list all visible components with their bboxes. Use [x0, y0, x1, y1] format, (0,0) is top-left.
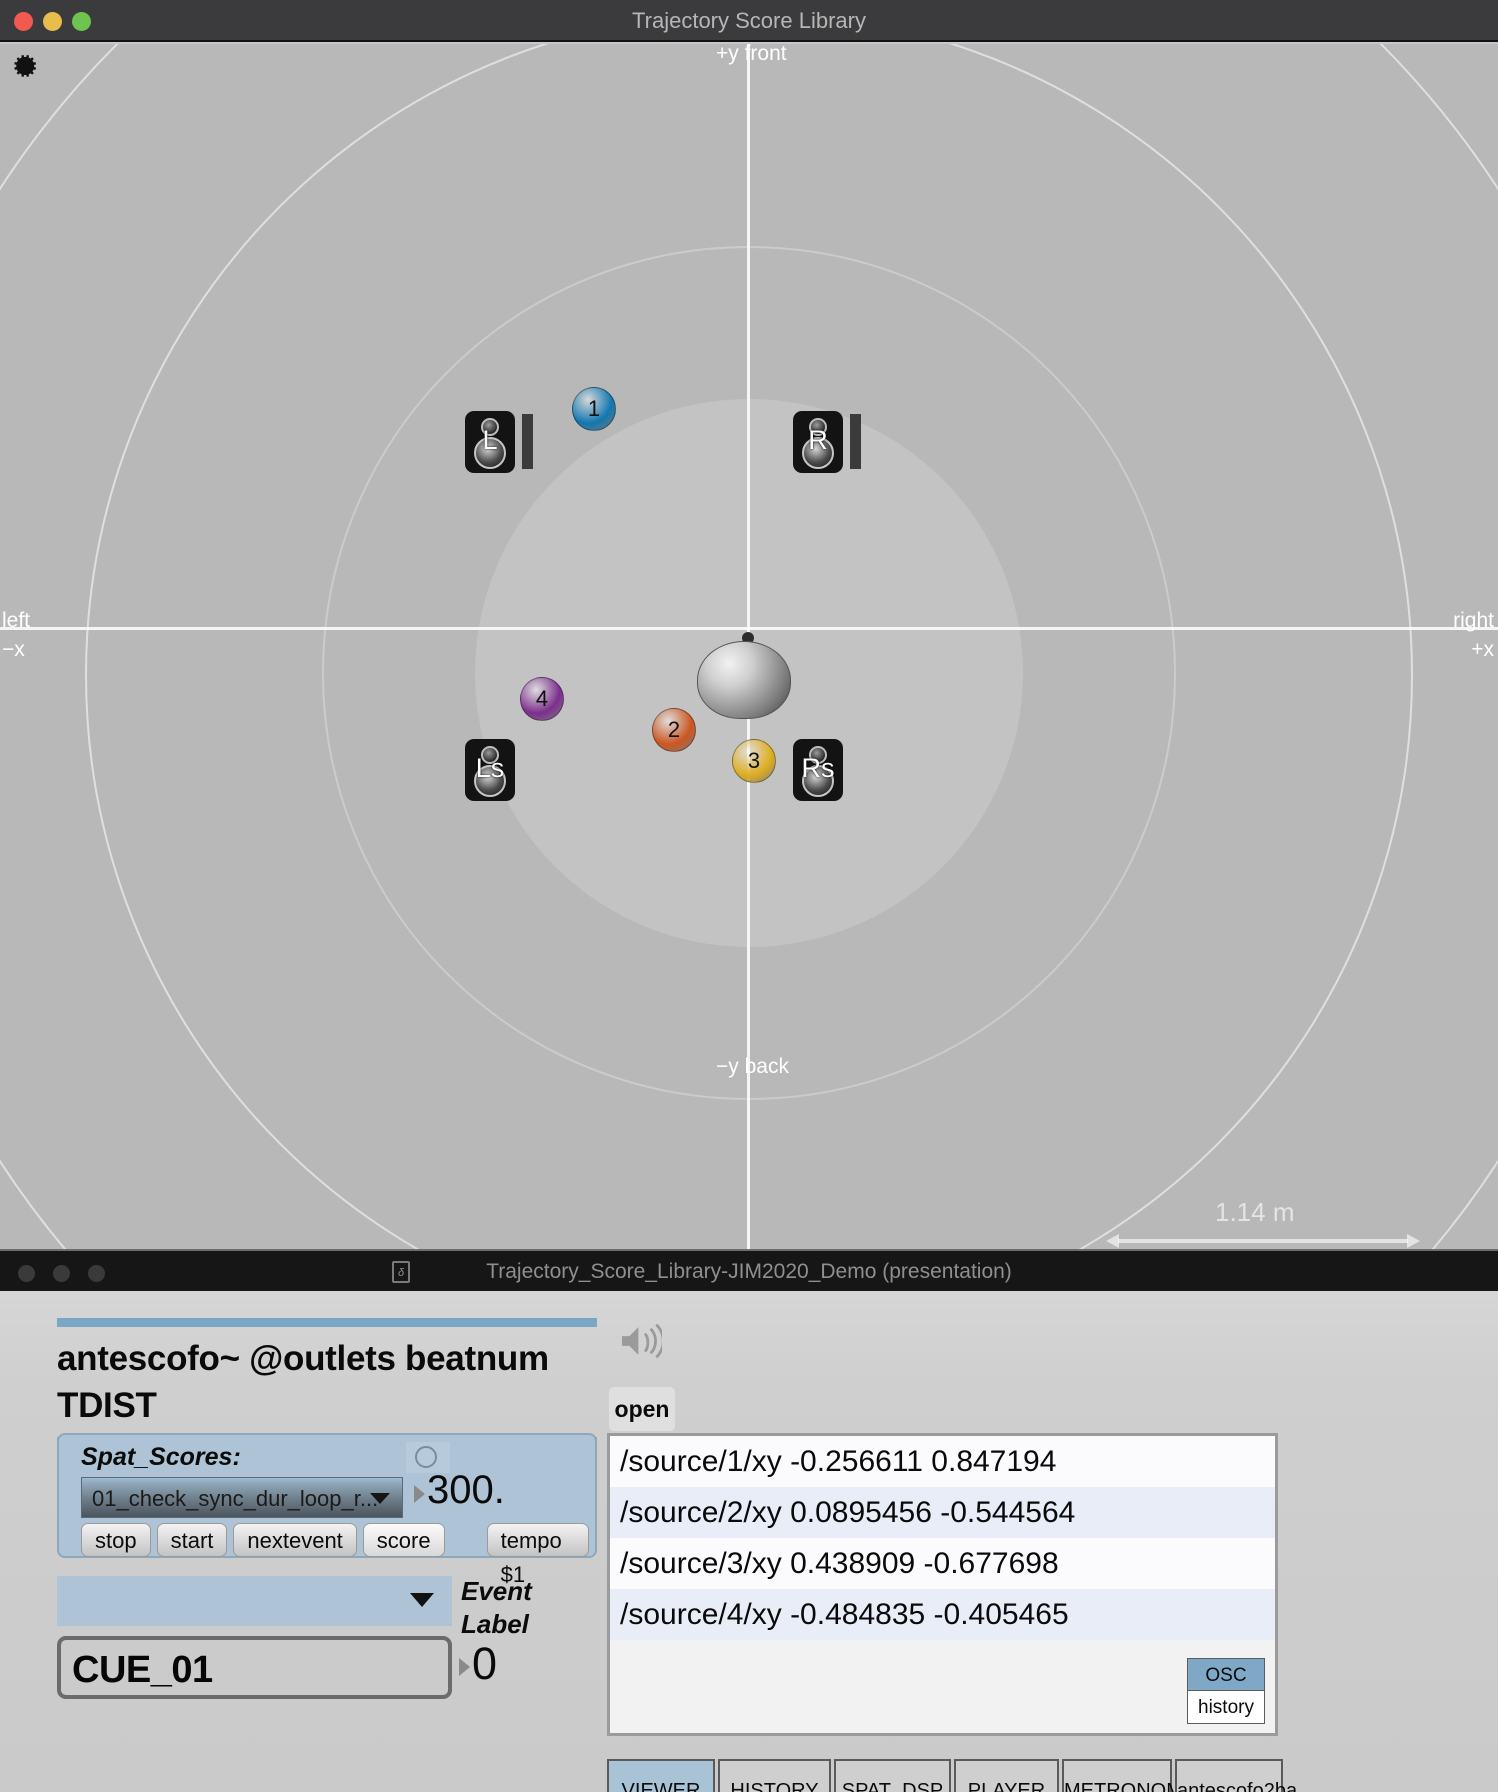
open-button[interactable]: open	[609, 1387, 675, 1431]
speaker-icon[interactable]	[618, 1323, 662, 1359]
osc-message-row: /source/2/xy 0.0895456 -0.544564	[610, 1487, 1275, 1538]
scale-bar	[1106, 1234, 1420, 1248]
score-select-dropdown[interactable]: 01_check_sync_dur_loop_r...	[81, 1477, 403, 1518]
scale-label: 1.14 m	[1215, 1197, 1295, 1227]
speaker-label: R	[808, 425, 828, 455]
axis-label-right: right	[1453, 609, 1494, 632]
source-dot-1[interactable]: 1	[572, 387, 616, 431]
toggle-circle-shape	[415, 1446, 437, 1468]
cue-value: CUE_01	[72, 1649, 213, 1691]
axis-label-back: −y back	[716, 1055, 789, 1078]
tab-row: VIEWER HISTORY SPAT_DSP PLAYER METRONOME ante…	[607, 1759, 1297, 1792]
tdist-value: 300.	[427, 1468, 505, 1512]
antescofo-object-label: antescofo~ @outlets beatnum TDIST	[57, 1339, 549, 1425]
osc-message-row: /source/3/xy 0.438909 -0.677698	[610, 1538, 1275, 1589]
listener-head-icon	[697, 641, 791, 719]
osc-message-row: /source/4/xy -0.484835 -0.405465	[610, 1589, 1275, 1640]
spat-viewer-canvas[interactable]: +y front −y back left −x right +x L R Ls Rs…	[0, 44, 1498, 1249]
spat-scores-label: Spat_Scores:	[81, 1443, 241, 1471]
speaker-icon-l: L	[465, 411, 515, 473]
speaker-level-bar	[522, 414, 533, 469]
cue-value-box[interactable]: CUE_01	[57, 1636, 452, 1699]
speaker-label: L	[482, 425, 498, 455]
speaker-icon-ls: Ls	[465, 739, 515, 801]
osc-mode-osc-button[interactable]: OSC	[1187, 1658, 1265, 1691]
nextevent-button[interactable]: nextevent	[233, 1523, 357, 1557]
source-dot-4[interactable]: 4	[520, 677, 564, 721]
tab-spat-dsp[interactable]: SPAT_DSP	[834, 1759, 951, 1792]
osc-message-list: /source/1/xy -0.256611 0.847194/source/2…	[610, 1436, 1275, 1640]
spat-button-row: stop start nextevent score tempo $1	[81, 1523, 595, 1587]
axis-label-minus-x: −x	[2, 638, 25, 661]
start-button[interactable]: start	[156, 1523, 228, 1557]
score-button[interactable]: score	[362, 1523, 445, 1557]
stop-button[interactable]: stop	[81, 1523, 151, 1557]
cue-inlet-arrow-icon	[459, 1658, 470, 1676]
speaker-icon-r: R	[793, 411, 843, 473]
app-window: Trajectory Score Library +y front −y bac…	[0, 0, 1498, 1792]
tab-viewer[interactable]: VIEWER	[607, 1759, 715, 1792]
speaker-label: Ls	[475, 753, 505, 783]
tab-history[interactable]: HISTORY	[718, 1759, 831, 1792]
window-title: Trajectory Score Library	[632, 8, 866, 33]
tab-antescofo2ba[interactable]: antescofo2ba	[1175, 1759, 1297, 1792]
osc-message-row: /source/1/xy -0.256611 0.847194	[610, 1436, 1275, 1487]
axis-label-plus-x: +x	[1471, 638, 1494, 661]
tdist-inlet-arrow-icon	[414, 1485, 425, 1503]
score-select-value: 01_check_sync_dur_loop_r...	[92, 1486, 379, 1511]
event-select-dropdown[interactable]	[57, 1576, 452, 1626]
axis-label-front: +y front	[716, 44, 787, 65]
osc-mode-history-button[interactable]: history	[1187, 1691, 1265, 1724]
patch-content-area: antescofo~ @outlets beatnum TDIST open S…	[0, 1291, 1498, 1792]
antescofo-top-rule	[57, 1318, 597, 1327]
speaker-level-bar	[850, 414, 861, 469]
speaker-icon-rs: Rs	[793, 739, 843, 801]
patch-title: Trajectory_Score_Library-JIM2020_Demo (p…	[486, 1260, 1012, 1283]
event-label-caption: Event Label	[461, 1576, 532, 1639]
tempo-button[interactable]: tempo $1	[486, 1523, 589, 1587]
patch-titlebar: δ Trajectory_Score_Library-JIM2020_Demo …	[0, 1249, 1498, 1291]
osc-mode-button-group: OSC history	[1187, 1658, 1265, 1724]
osc-message-pane[interactable]: /source/1/xy -0.256611 0.847194/source/2…	[607, 1433, 1278, 1736]
cue-number: 0	[472, 1638, 498, 1689]
tab-metronome[interactable]: METRONOME	[1062, 1759, 1196, 1792]
source-dot-2[interactable]: 2	[652, 708, 696, 752]
axis-label-left: left	[2, 609, 31, 632]
window-titlebar: Trajectory Score Library	[0, 0, 1498, 42]
source-dot-3[interactable]: 3	[732, 739, 776, 783]
chevron-down-icon	[410, 1593, 434, 1607]
antescofo-object[interactable]: antescofo~ @outlets beatnum TDIST	[57, 1318, 597, 1447]
spat-scores-group: Spat_Scores: 01_check_sync_dur_loop_r...…	[57, 1433, 597, 1587]
tab-player[interactable]: PLAYER	[954, 1759, 1059, 1792]
speaker-label: Rs	[801, 753, 835, 783]
chevron-down-icon	[370, 1493, 390, 1504]
gear-icon[interactable]	[12, 52, 40, 80]
